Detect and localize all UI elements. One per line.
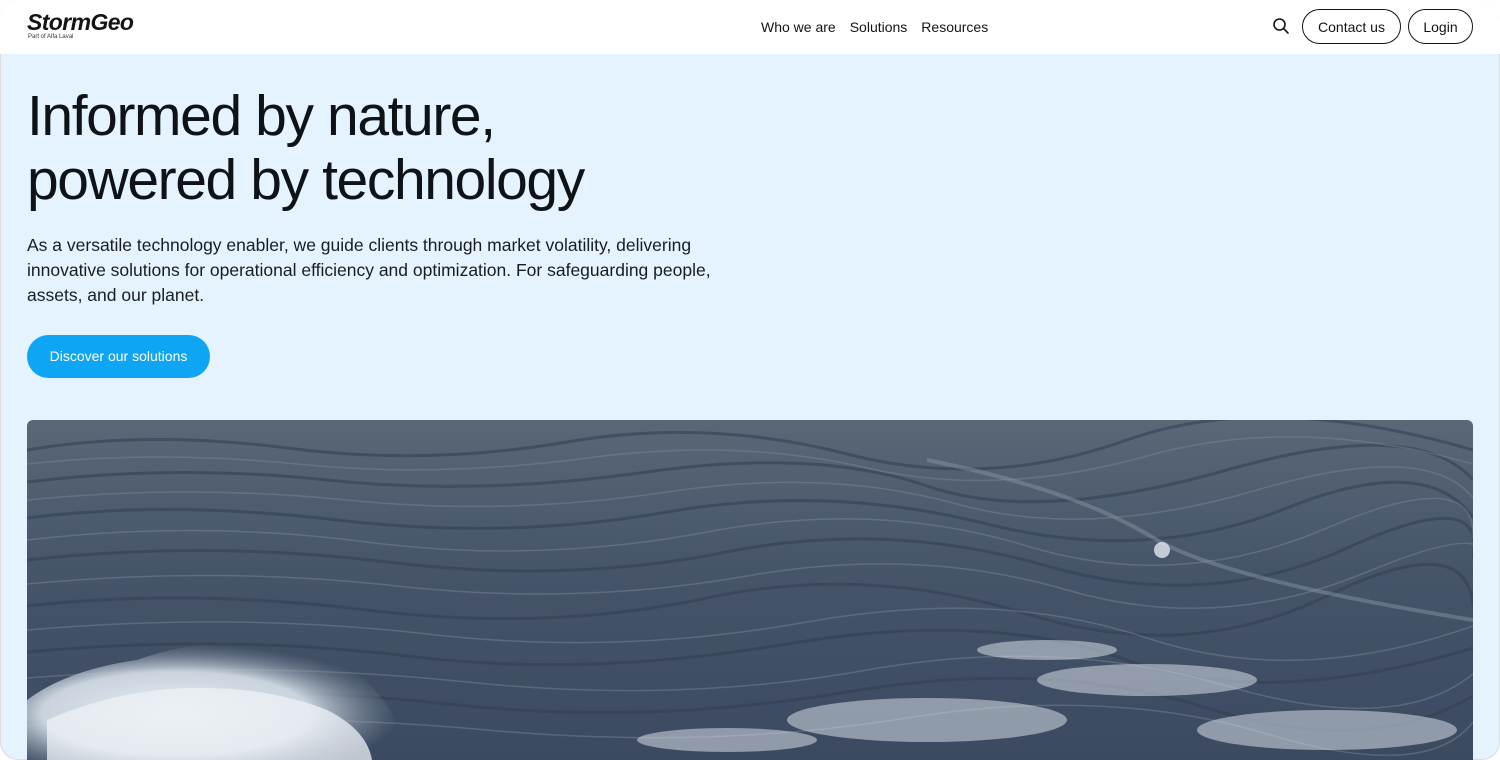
nav-item-who-we-are[interactable]: Who we are bbox=[761, 18, 836, 36]
nav-item-solutions[interactable]: Solutions bbox=[850, 18, 908, 36]
brand-logo[interactable]: StormGeo Part of Alfa Laval bbox=[27, 9, 134, 41]
site-header: StormGeo Part of Alfa Laval Who we are S… bbox=[0, 0, 1500, 54]
hero-title: Informed by nature, powered by technolog… bbox=[27, 84, 585, 212]
search-icon[interactable] bbox=[1272, 17, 1290, 35]
hero-description: As a versatile technology enabler, we gu… bbox=[27, 235, 711, 305]
brand-tagline: Part of Alfa Laval bbox=[28, 34, 74, 40]
discover-solutions-button[interactable]: Discover our solutions bbox=[27, 335, 210, 378]
page: StormGeo Part of Alfa Laval Who we are S… bbox=[0, 0, 1500, 760]
login-button[interactable]: Login bbox=[1408, 9, 1473, 44]
hero-title-line-1: Informed by nature, bbox=[27, 84, 496, 148]
contact-us-button[interactable]: Contact us bbox=[1302, 9, 1401, 44]
brand-name: StormGeo bbox=[27, 9, 134, 35]
nav-item-resources[interactable]: Resources bbox=[921, 18, 988, 36]
hero-ocean-video bbox=[27, 420, 1473, 760]
main-nav: Who we are Solutions Resources bbox=[761, 18, 988, 36]
hero-title-line-2: powered by technology bbox=[27, 148, 585, 212]
